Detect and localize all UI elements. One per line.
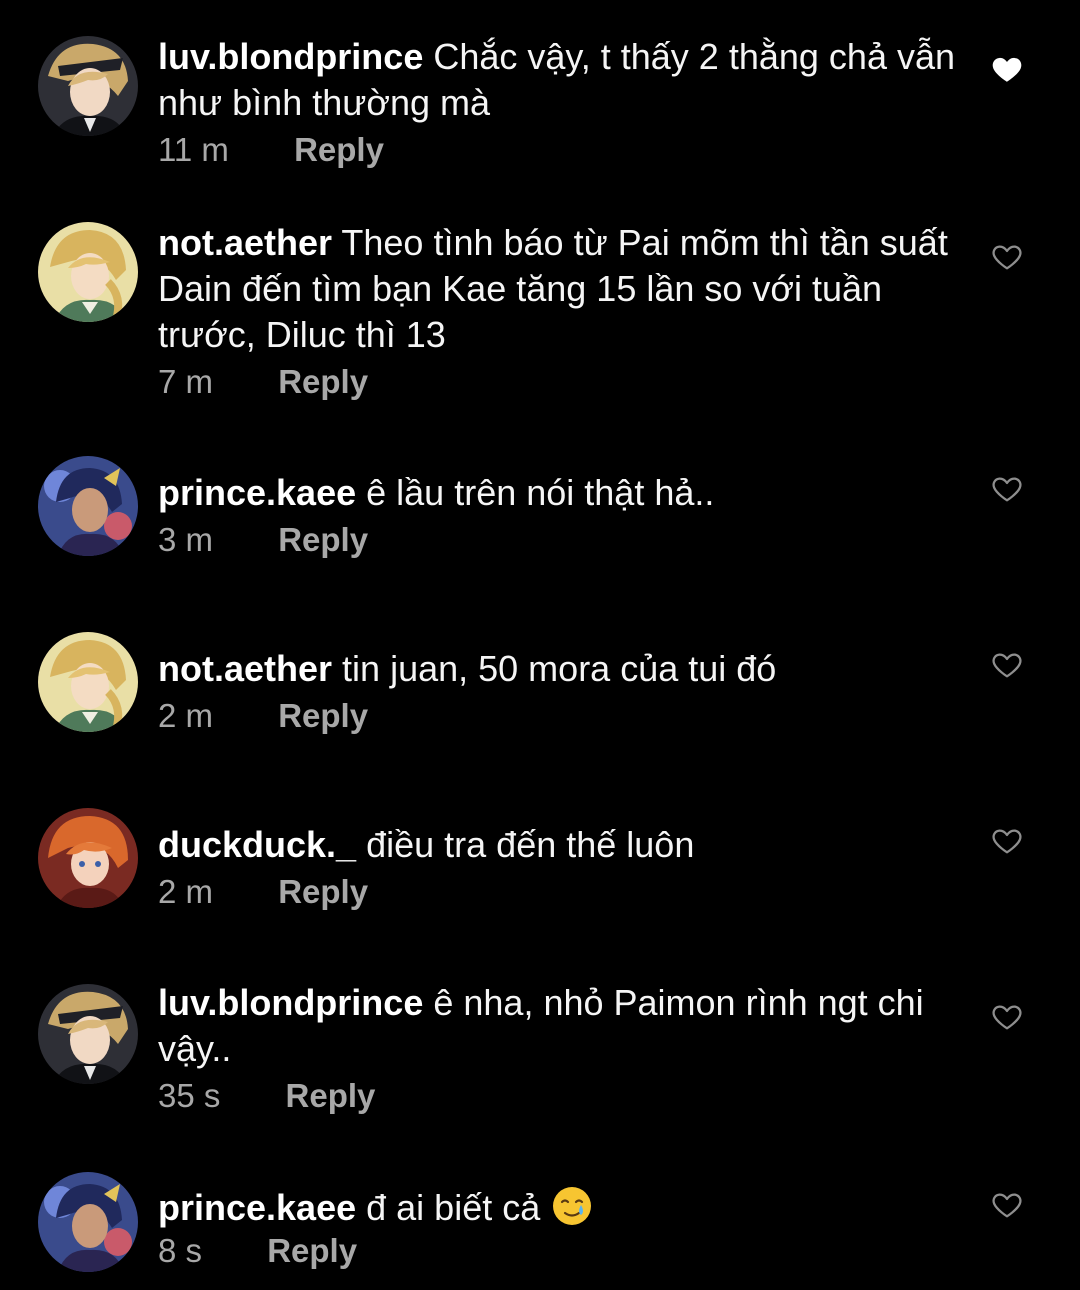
comment-text-block: luv.blondprince ê nha, nhỏ Paimon rình n…	[158, 980, 958, 1072]
heart-outline-icon	[992, 829, 1022, 854]
comment-meta: 11 m Reply	[158, 128, 958, 172]
comment-text-block: prince.kaee ê lầu trên nói thật hả..	[158, 470, 958, 516]
timestamp: 8 s	[158, 1232, 203, 1269]
timestamp: 2 m	[158, 697, 214, 734]
blond-prince-avatar[interactable]	[38, 36, 138, 136]
heart-outline-icon	[992, 653, 1022, 678]
reply-button[interactable]: Reply	[286, 1074, 376, 1118]
like-button[interactable]	[990, 824, 1024, 858]
timestamp: 11 m	[158, 131, 229, 168]
timestamp: 2 m	[158, 873, 214, 910]
like-button[interactable]	[990, 648, 1024, 682]
comment-meta: 3 m Reply	[158, 518, 958, 562]
comment-text-block: not.aether tin juan, 50 mora của tui đó	[158, 646, 958, 692]
comment-text: đ ai biết cả	[366, 1187, 541, 1228]
reply-button[interactable]: Reply	[278, 360, 368, 404]
comment-meta: 35 s Reply	[158, 1074, 958, 1118]
aether-avatar[interactable]	[38, 632, 138, 732]
heart-outline-icon	[992, 245, 1022, 270]
username[interactable]: not.aether	[158, 222, 332, 263]
comment-meta: 2 m Reply	[158, 870, 958, 914]
username[interactable]: not.aether	[158, 648, 332, 689]
blond-prince-avatar[interactable]	[38, 984, 138, 1084]
comment-body: luv.blondprince Chắc vậy, t thấy 2 thằng…	[158, 34, 958, 172]
username[interactable]: duckduck._	[158, 824, 356, 865]
like-button[interactable]	[990, 1188, 1024, 1222]
smiling-face-with-tear-emoji	[550, 1184, 594, 1228]
comment-body: prince.kaee đ ai biết cả 8 s Reply	[158, 1184, 958, 1273]
reply-button[interactable]: Reply	[267, 1229, 357, 1273]
username[interactable]: prince.kaee	[158, 1187, 356, 1228]
like-button[interactable]	[990, 240, 1024, 274]
like-button[interactable]	[990, 1000, 1024, 1034]
like-button[interactable]	[990, 52, 1024, 86]
username[interactable]: prince.kaee	[158, 472, 356, 513]
reply-button[interactable]: Reply	[294, 128, 384, 172]
comment-text: điều tra đến thế luôn	[366, 824, 695, 865]
heart-outline-icon	[992, 1193, 1022, 1218]
timestamp: 3 m	[158, 521, 214, 558]
comment-text-block: prince.kaee đ ai biết cả	[158, 1184, 958, 1231]
kaeya-avatar[interactable]	[38, 456, 138, 556]
comment-text-block: not.aether Theo tình báo từ Pai mõm thì …	[158, 220, 958, 358]
comment-body: not.aether tin juan, 50 mora của tui đó …	[158, 646, 958, 738]
comment-body: not.aether Theo tình báo từ Pai mõm thì …	[158, 220, 958, 404]
comment-body: prince.kaee ê lầu trên nói thật hả.. 3 m…	[158, 470, 958, 562]
comment-text-block: duckduck._ điều tra đến thế luôn	[158, 822, 958, 868]
kaeya-avatar[interactable]	[38, 1172, 138, 1272]
comment-text-block: luv.blondprince Chắc vậy, t thấy 2 thằng…	[158, 34, 958, 126]
heart-outline-icon	[992, 477, 1022, 502]
username[interactable]: luv.blondprince	[158, 982, 423, 1023]
comment-meta: 2 m Reply	[158, 694, 958, 738]
childe-avatar[interactable]	[38, 808, 138, 908]
heart-outline-icon	[992, 1005, 1022, 1030]
comment-text: ê lầu trên nói thật hả..	[366, 472, 715, 513]
reply-button[interactable]: Reply	[278, 694, 368, 738]
username[interactable]: luv.blondprince	[158, 36, 423, 77]
comment-body: luv.blondprince ê nha, nhỏ Paimon rình n…	[158, 980, 958, 1118]
timestamp: 7 m	[158, 363, 214, 400]
reply-button[interactable]: Reply	[278, 518, 368, 562]
like-button[interactable]	[990, 472, 1024, 506]
comment-meta: 7 m Reply	[158, 360, 958, 404]
heart-filled-icon	[992, 57, 1022, 82]
comment-meta: 8 s Reply	[158, 1229, 958, 1273]
reply-button[interactable]: Reply	[278, 870, 368, 914]
comment-body: duckduck._ điều tra đến thế luôn 2 m Rep…	[158, 822, 958, 914]
timestamp: 35 s	[158, 1077, 221, 1114]
aether-avatar[interactable]	[38, 222, 138, 322]
comment-text: tin juan, 50 mora của tui đó	[342, 648, 777, 689]
